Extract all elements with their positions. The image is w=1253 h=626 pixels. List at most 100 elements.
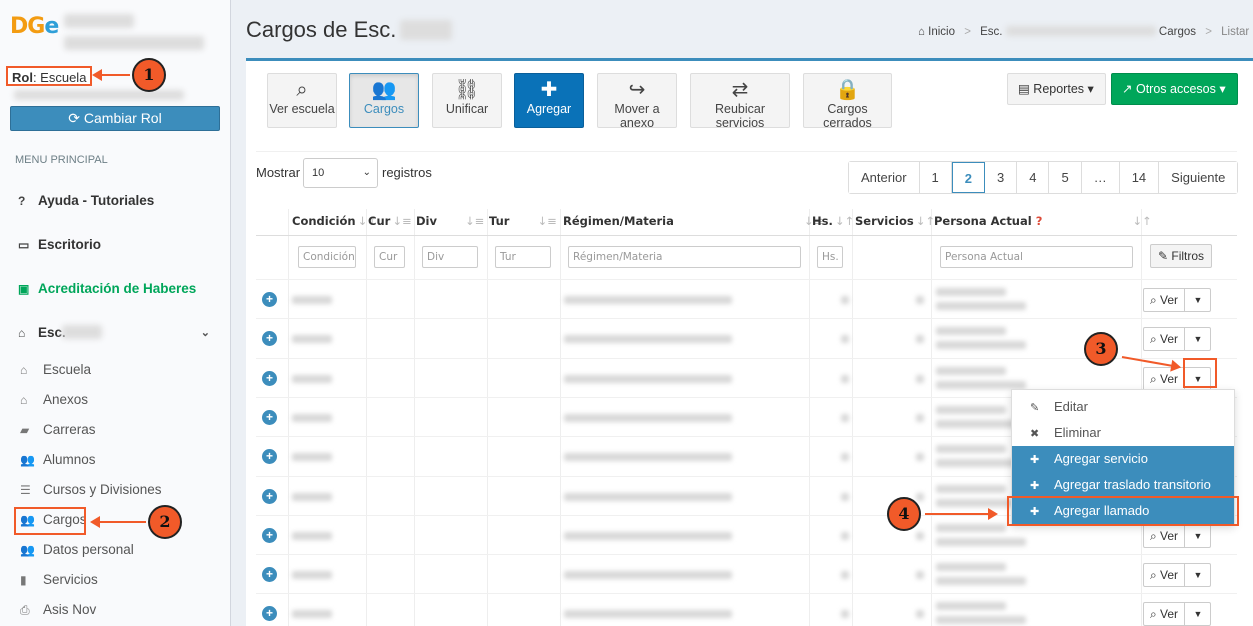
home-icon: ⌂ bbox=[20, 393, 28, 407]
dropdown-agregar-servicio[interactable]: ✚ Agregar servicio bbox=[1012, 446, 1234, 472]
filtros-button[interactable]: ✎ Filtros bbox=[1150, 244, 1212, 268]
filter-persona-actual[interactable]: Persona Actual bbox=[940, 246, 1133, 268]
page-5[interactable]: 5 bbox=[1049, 162, 1082, 193]
col-regimen[interactable]: Régimen/Materia ↓≡ bbox=[563, 211, 823, 237]
page-ellipsis: … bbox=[1081, 162, 1120, 193]
page-siguiente[interactable]: Siguiente bbox=[1159, 162, 1238, 193]
sidebar-item-acreditacion[interactable]: ▣ Acreditación de Haberes bbox=[0, 269, 230, 309]
col-cur[interactable]: Cur ↓≡ bbox=[368, 211, 412, 237]
mostrar-label: Mostrar bbox=[256, 165, 301, 180]
filter-cur[interactable]: Cur bbox=[374, 246, 405, 268]
breadcrumb-cargos[interactable]: Cargos bbox=[1159, 26, 1196, 38]
table-row: + ⌕ Ver ▼ bbox=[256, 593, 1237, 626]
page-1[interactable]: 1 bbox=[919, 162, 952, 193]
ver-dropdown-toggle[interactable]: ▼ bbox=[1185, 603, 1211, 625]
expand-row-icon[interactable]: + bbox=[262, 331, 277, 347]
annotation-badge-3: 3 bbox=[1084, 332, 1118, 366]
ver-button[interactable]: ⌕ Ver bbox=[1144, 328, 1185, 351]
reportes-button[interactable]: ▤ Reportes ▾ bbox=[1007, 73, 1106, 105]
submenu-escuela[interactable]: ⌂ Escuela bbox=[0, 355, 230, 385]
submenu-anexos[interactable]: ⌂ Anexos bbox=[0, 385, 230, 415]
lock-icon: 🔒 bbox=[835, 79, 860, 101]
dropdown-editar[interactable]: ✎ Editar bbox=[1012, 394, 1234, 420]
ver-dropdown-toggle[interactable]: ▼ bbox=[1185, 525, 1211, 547]
cargos-cerrados-button[interactable]: 🔒 Cargos cerrados bbox=[803, 73, 892, 130]
exchange-icon: ⇄ bbox=[731, 79, 749, 101]
col-tur[interactable]: Tur ↓≡ bbox=[489, 211, 557, 237]
filter-tur[interactable]: Tur bbox=[495, 246, 551, 268]
external-link-icon: ↗ bbox=[1122, 82, 1133, 96]
reubicar-servicios-button[interactable]: ⇄ Reubicar servicios bbox=[690, 73, 790, 130]
breadcrumb-inicio[interactable]: Inicio bbox=[928, 26, 955, 38]
cargos-button[interactable]: 👥 Cargos bbox=[349, 73, 419, 128]
search-icon: ⌕ bbox=[1149, 332, 1157, 347]
expand-row-icon[interactable]: + bbox=[262, 606, 277, 622]
filter-div[interactable]: Div bbox=[422, 246, 478, 268]
col-div[interactable]: Div ↓≡ bbox=[416, 211, 484, 237]
col-hs[interactable]: Hs. ↓↑ bbox=[812, 211, 854, 237]
otros-accesos-button[interactable]: ↗ Otros accesos ▾ bbox=[1111, 73, 1238, 105]
page-14[interactable]: 14 bbox=[1119, 162, 1160, 193]
expand-row-icon[interactable]: + bbox=[262, 370, 277, 386]
ver-button[interactable]: ⌕ Ver bbox=[1144, 289, 1185, 311]
file-icon: ▤ bbox=[1018, 82, 1030, 96]
sidebar-item-escritorio[interactable]: ▭ Escritorio bbox=[0, 225, 230, 265]
list-icon: ☰ bbox=[20, 483, 31, 497]
expand-row-icon[interactable]: + bbox=[262, 527, 277, 543]
registros-label: registros bbox=[382, 165, 432, 180]
page-anterior[interactable]: Anterior bbox=[849, 162, 920, 193]
users-icon: 👥 bbox=[20, 453, 35, 467]
ver-button[interactable]: ⌕ Ver bbox=[1144, 603, 1185, 626]
agregar-button[interactable]: ✚ Agregar bbox=[514, 73, 584, 128]
ver-button-group: ⌕ Ver ▼ bbox=[1143, 327, 1211, 352]
ver-dropdown-toggle[interactable]: ▼ bbox=[1185, 564, 1211, 586]
breadcrumb-listar: Listar bbox=[1221, 26, 1250, 38]
expand-row-icon[interactable]: + bbox=[262, 488, 277, 504]
search-icon: ⌕ bbox=[1149, 371, 1157, 386]
pagination: Anterior 1 2 3 4 5 … 14 Siguiente bbox=[848, 161, 1239, 194]
submenu-datos-personal[interactable]: 👥 Datos personal bbox=[0, 535, 230, 565]
caret-down-icon: ▾ bbox=[1087, 82, 1094, 96]
page-4[interactable]: 4 bbox=[1017, 162, 1050, 193]
caret-down-icon: ▼ bbox=[1193, 530, 1203, 541]
submenu-cursos[interactable]: ☰ Cursos y Divisiones bbox=[0, 475, 230, 505]
expand-row-icon[interactable]: + bbox=[262, 409, 277, 425]
submenu-asis-nov[interactable]: ⎙ Asis Nov bbox=[0, 595, 230, 625]
submenu-alumnos[interactable]: 👥 Alumnos bbox=[0, 445, 230, 475]
highlight-caret bbox=[1183, 358, 1217, 388]
ver-escuela-button[interactable]: ⌕ Ver escuela bbox=[267, 73, 337, 128]
expand-row-icon[interactable]: + bbox=[262, 449, 277, 465]
submenu-servicios[interactable]: ▮ Servicios bbox=[0, 565, 230, 595]
col-condicion[interactable]: Condición ↓↑ bbox=[292, 211, 377, 237]
ver-dropdown-toggle[interactable]: ▼ bbox=[1185, 328, 1211, 350]
expand-row-icon[interactable]: + bbox=[262, 292, 277, 307]
cambiar-rol-button[interactable]: ⟳ Cambiar Rol bbox=[10, 106, 220, 131]
home-icon: ⌂ bbox=[18, 326, 26, 340]
filter-condicion[interactable]: Condición bbox=[298, 246, 356, 268]
page-size-select[interactable]: 10 ⌄ bbox=[303, 158, 378, 188]
page-3[interactable]: 3 bbox=[985, 162, 1018, 193]
sidebar-item-esc[interactable]: ⌂ Esc. ⌄ bbox=[0, 313, 230, 353]
mover-anexo-button[interactable]: ↪ Mover a anexo bbox=[597, 73, 677, 130]
breadcrumb-esc[interactable]: Esc. bbox=[980, 26, 1002, 38]
ver-dropdown-toggle[interactable]: ▼ bbox=[1185, 289, 1211, 311]
ver-button[interactable]: ⌕ Ver bbox=[1144, 564, 1185, 587]
refresh-icon: ⟳ bbox=[68, 110, 81, 126]
col-persona-actual[interactable]: Persona Actual ? ↓↑ bbox=[934, 211, 1152, 237]
submenu-carreras[interactable]: ▰ Carreras bbox=[0, 415, 230, 445]
dropdown-agregar-traslado[interactable]: ✚ Agregar traslado transitorio bbox=[1012, 472, 1234, 498]
laptop-icon: ▭ bbox=[18, 238, 30, 252]
filter-regimen[interactable]: Régimen/Materia bbox=[568, 246, 801, 268]
unificar-button[interactable]: ⛓ Unificar bbox=[432, 73, 502, 128]
col-servicios[interactable]: Servicios ↓↑ bbox=[855, 211, 935, 237]
ver-button[interactable]: ⌕ Ver bbox=[1144, 524, 1185, 547]
sort-icon: ↓↑ bbox=[1132, 214, 1152, 228]
page-2-current[interactable]: 2 bbox=[951, 162, 985, 193]
filter-hs[interactable]: Hs. bbox=[817, 246, 843, 268]
chevron-down-icon: ⌄ bbox=[362, 167, 371, 178]
expand-row-icon[interactable]: + bbox=[262, 567, 277, 583]
sidebar-item-ayuda[interactable]: ? Ayuda - Tutoriales bbox=[0, 181, 230, 221]
sort-icon: ↓≡ bbox=[537, 214, 557, 228]
dropdown-eliminar[interactable]: ✖ Eliminar bbox=[1012, 420, 1234, 446]
users-icon: 👥 bbox=[371, 79, 397, 101]
